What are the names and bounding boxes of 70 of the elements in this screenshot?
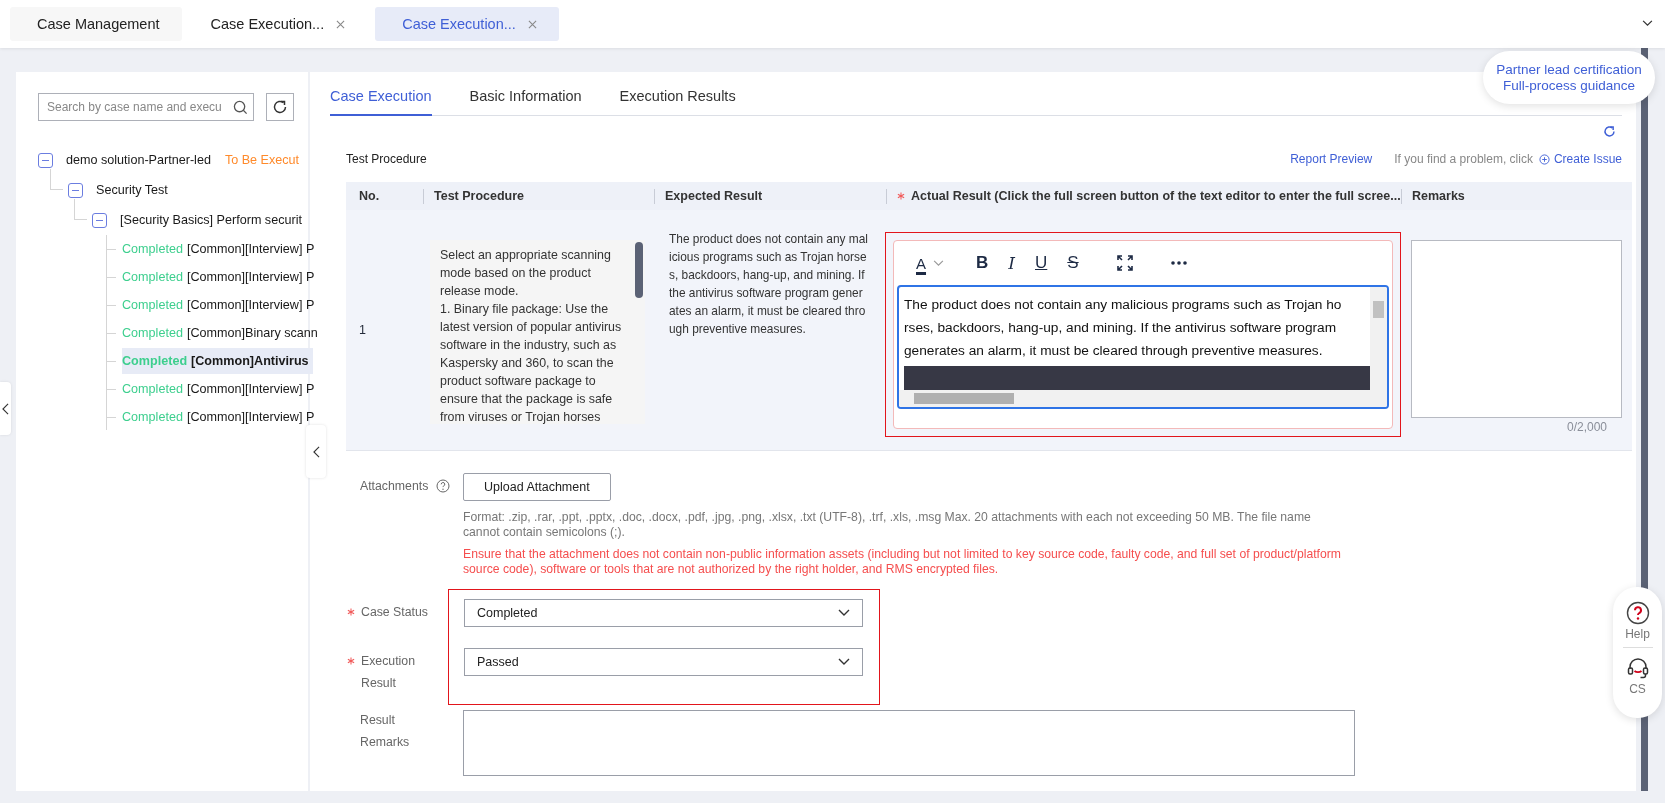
dropdown-field[interactable]: Completed — [464, 599, 863, 627]
tree-item[interactable]: Completed [Common][Interview] P — [122, 292, 319, 318]
collapse-icon[interactable] — [92, 212, 107, 228]
strikethrough-button[interactable]: S — [1067, 253, 1079, 273]
procedure-text-box: Select an appropriate scanning mode based on the product release mode. 1. Binary file package: Use the latest version of popular antivirus software in the industry, such as Kaspersky and 360, to scan the product software package to ensure that the package is safe from viruses or Trojan horses — [430, 240, 645, 424]
section-title: Test Procedure — [346, 152, 427, 166]
close-icon[interactable] — [336, 19, 346, 29]
result-remarks-field[interactable] — [463, 710, 1355, 776]
tree-item[interactable]: Completed [Common][Interview] P — [122, 264, 319, 290]
tree-item[interactable]: Completed [Common][Interview] P — [122, 404, 319, 430]
status-text: To Be Execut — [224, 153, 300, 167]
column-header: Remarks — [1412, 188, 1465, 204]
search-field[interactable]: Search by case name and execu — [38, 93, 254, 121]
column-header: Test Procedure — [434, 188, 525, 204]
field-label: Execution Result — [361, 653, 416, 692]
report-preview-link[interactable]: Report Preview — [1290, 152, 1373, 166]
chevron-down-icon — [838, 609, 850, 617]
tree-item[interactable]: demo solution-Partner-led To Be Execut — [38, 145, 308, 175]
warning-text: Ensure that the attachment does not contain non-public information assets (including but not limited to key source code, faulty code, and full set of product/platform source code), software or tools that are not authorized by the right holder, and RMS encrypted files. — [463, 547, 1342, 577]
issue-hint: If you find a problem, click — [1394, 152, 1533, 166]
tree-item[interactable]: Completed [Common]Binary scann — [122, 320, 322, 346]
expand-sidebar-button[interactable] — [0, 382, 11, 435]
customer-service-button[interactable]: CS — [1625, 656, 1650, 696]
chevron-left-icon — [312, 445, 320, 458]
chevron-down-icon — [933, 259, 944, 267]
column-header: No. — [359, 188, 380, 204]
vertical-scrollbar[interactable] — [1370, 287, 1387, 390]
tree-item[interactable]: Completed [Common][Interview] P — [122, 376, 319, 402]
actual-result-field[interactable]: The product does not contain any malicious programs such as Trojan horses, backdoors, hang-up, and mining. If the antivirus software program generates an alarm, it must be cleared through preventive measures. — [897, 285, 1389, 409]
scrollbar-thumb[interactable] — [635, 242, 643, 298]
character-count: 0/2,000 — [1565, 420, 1607, 434]
tree-item[interactable]: Completed [Common]Antivirus — [122, 348, 313, 374]
guidance-tooltip[interactable]: Partner lead certification Full-process guidance — [1483, 51, 1655, 104]
horizontal-scrollbar[interactable] — [899, 390, 1387, 407]
field-label: Case Status — [361, 604, 429, 621]
page-tab[interactable]: Case Execution... — [375, 7, 559, 41]
italic-button[interactable]: I — [1008, 253, 1015, 273]
fullscreen-icon[interactable] — [1116, 255, 1133, 271]
plus-circle-icon — [1538, 153, 1550, 165]
collapse-icon[interactable] — [38, 152, 53, 168]
expected-result-text: The product does not contain any malicious programs such as Trojan horses, backdoors, hang-up, and mining. If the antivirus software program generates an alarm, it must be cleared through preventive measures. — [669, 231, 869, 338]
row-number: 1 — [359, 323, 366, 337]
content-tab[interactable]: Basic Information — [469, 88, 582, 116]
tree-item[interactable]: Completed [Common][Interview] P — [122, 236, 319, 262]
underline-button[interactable]: U — [1035, 253, 1048, 273]
font-color-button[interactable]: A — [916, 254, 944, 272]
refresh-button[interactable] — [266, 93, 294, 121]
refresh-icon[interactable] — [1603, 124, 1616, 138]
chevron-left-icon — [2, 402, 9, 415]
search-icon[interactable] — [233, 99, 248, 115]
upload-attachment-button[interactable]: Upload Attachment — [463, 473, 611, 501]
refresh-icon — [272, 99, 288, 115]
content-tab[interactable]: Case Execution — [330, 88, 432, 116]
create-issue-link[interactable]: Create Issue — [1538, 152, 1622, 166]
column-header: Actual Result (Click the full screen button of the text editor to enter the full scree... — [911, 188, 1401, 204]
dropdown-field[interactable]: Passed — [464, 648, 863, 676]
bold-button[interactable]: B — [976, 253, 989, 273]
close-icon[interactable] — [527, 19, 537, 29]
chevron-down-icon — [838, 658, 850, 666]
field-label: Attachments — [360, 479, 429, 493]
collapse-icon[interactable] — [68, 182, 83, 198]
content-tab[interactable]: Execution Results — [619, 88, 736, 116]
page-tab[interactable]: Case Management — [10, 7, 182, 41]
help-icon[interactable] — [436, 479, 451, 493]
field-label: Result Remarks — [360, 712, 411, 751]
remarks-field[interactable] — [1411, 240, 1622, 418]
format-note: Format: .zip, .rar, .ppt, .pptx, .doc, .docx, .pdf, .jpg, .png, .xlsx, .txt (UTF-8), .trf, .xls, .msg Max. 20 attachments with each not exceeding 50 MB. The file name cannot contain semicolons (;). — [463, 510, 1312, 540]
more-icon[interactable] — [1170, 261, 1187, 265]
chevron-down-icon[interactable] — [1642, 20, 1653, 27]
column-header: Expected Result — [665, 188, 763, 204]
